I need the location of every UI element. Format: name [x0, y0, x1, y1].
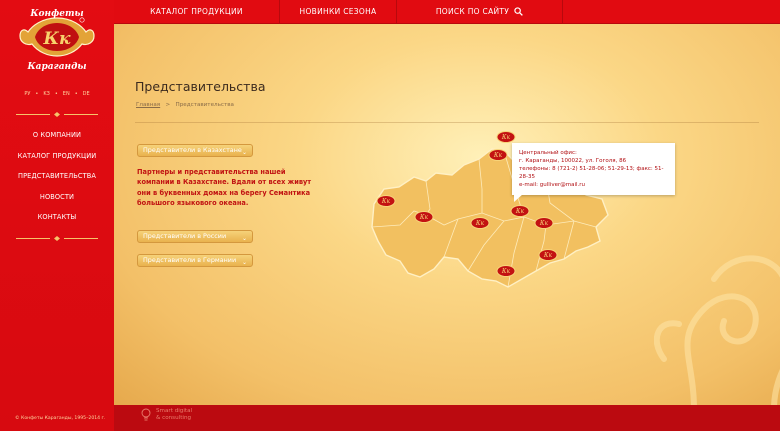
office-title: Центральный офис: [519, 150, 577, 156]
menu-item-contacts[interactable]: КОНТАКТЫ [0, 210, 114, 231]
map-marker-icon[interactable]: Кк [414, 211, 434, 223]
breadcrumb: Главная > Представительства [136, 102, 234, 108]
logo-bottom-text: Караганды [27, 62, 87, 72]
svg-text:Кк: Кк [475, 220, 485, 227]
lang-ru[interactable]: РУ [24, 91, 30, 97]
title-divider [135, 122, 759, 123]
chevron-down-icon: ⌄ [241, 259, 247, 266]
main-content: Представительства Главная > Представител… [114, 24, 780, 405]
office-email[interactable]: e-mail: gulliver@mail.ru [519, 181, 668, 189]
lang-de[interactable]: DE [83, 91, 90, 97]
menu-item-about[interactable]: О КОМПАНИИ [0, 128, 114, 149]
developer-credit[interactable]: Smart digital & consulting [140, 408, 192, 422]
menu-divider-bottom [16, 236, 98, 241]
office-popup: Центральный офис: г. Караганды, 100022, … [512, 143, 675, 202]
map-marker-icon[interactable]: Кк [496, 265, 516, 277]
office-address: г. Караганды, 100022, ул. Гоголя, 86 [519, 158, 627, 164]
logo-top-text: Конфеты [30, 9, 84, 19]
menu-divider-top [16, 112, 98, 117]
logo[interactable]: Конфеты Кк Караганды [14, 6, 100, 76]
svg-text:Кк: Кк [539, 220, 549, 227]
svg-text:Кк: Кк [543, 252, 553, 259]
language-switcher: РУ • KЗ • EN • DE [24, 91, 90, 97]
menu-item-news[interactable]: НОВОСТИ [0, 190, 114, 211]
lang-kz[interactable]: KЗ [43, 91, 49, 97]
topnav-catalog[interactable]: КАТАЛОГ ПРОДУКЦИИ [114, 0, 280, 23]
menu-item-catalog[interactable]: КАТАЛОГ ПРОДУКЦИИ [0, 149, 114, 170]
dropdown-germany[interactable]: Представители в Германии ⌄ [137, 254, 253, 267]
dropdown-russia[interactable]: Представители в России ⌄ [137, 230, 253, 243]
topnav-search[interactable]: ПОИСК ПО САЙТУ [397, 0, 563, 23]
developer-line-2: & consulting [156, 415, 192, 421]
breadcrumb-current: Представительства [175, 102, 234, 108]
dropdown-kazakhstan[interactable]: Представители в Казахстане ⌄ [137, 144, 253, 157]
map-marker-icon[interactable]: Кк [496, 131, 516, 143]
page-title: Представительства [135, 79, 266, 94]
sidebar: Конфеты Кк Караганды РУ • KЗ • EN • DE О КО… [0, 0, 114, 431]
svg-text:Кк: Кк [501, 268, 511, 275]
map-marker-icon[interactable]: Кк [470, 217, 490, 229]
lightbulb-icon [141, 408, 151, 421]
menu-item-representatives[interactable]: ПРЕДСТАВИТЕЛЬСТВА [0, 169, 114, 190]
main-menu: О КОМПАНИИ КАТАЛОГ ПРОДУКЦИИ ПРЕДСТАВИТЕ… [0, 128, 114, 231]
region-description: Партнеры и представительства нашей компа… [137, 168, 312, 208]
popup-tail [514, 194, 523, 202]
svg-text:Кк: Кк [515, 208, 525, 215]
ornament-pattern-icon [654, 255, 780, 405]
map-marker-icon[interactable]: Кк [534, 217, 554, 229]
svg-text:Кк: Кк [501, 134, 511, 141]
svg-text:Кк: Кк [43, 29, 71, 49]
svg-text:Кк: Кк [381, 198, 391, 205]
breadcrumb-home-link[interactable]: Главная [136, 102, 160, 108]
topnav-new-season[interactable]: НОВИНКИ СЕЗОНА [280, 0, 397, 23]
copyright: © Конфеты Караганды, 1995–2014 г. [15, 416, 106, 421]
chevron-down-icon: ⌄ [241, 149, 247, 156]
svg-text:Кк: Кк [493, 152, 503, 159]
map-marker-icon[interactable]: Кк [376, 195, 396, 207]
developer-line-1: Smart digital [156, 408, 193, 414]
map-marker-icon[interactable]: Кк [510, 205, 530, 217]
lang-en[interactable]: EN [63, 91, 70, 97]
search-icon [514, 7, 523, 16]
footer: Smart digital & consulting [114, 405, 780, 431]
office-phones: телефоны: 8 (721-2) 51-28-06; 51-29-13; … [519, 166, 664, 180]
map-marker-icon[interactable]: Кк [538, 249, 558, 261]
map-marker-icon[interactable]: Кк [488, 149, 508, 161]
chevron-down-icon: ⌄ [241, 235, 247, 242]
top-navigation: КАТАЛОГ ПРОДУКЦИИ НОВИНКИ СЕЗОНА ПОИСК П… [114, 0, 780, 24]
svg-text:Кк: Кк [419, 214, 429, 221]
breadcrumb-separator: > [165, 102, 171, 108]
